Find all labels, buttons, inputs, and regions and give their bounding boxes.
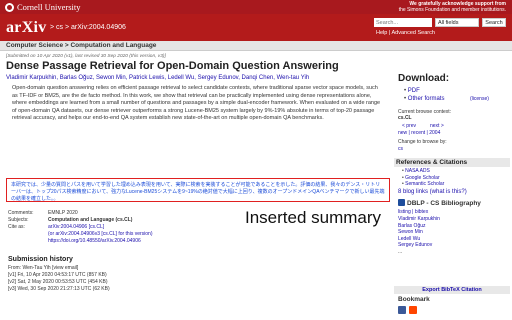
next-link[interactable]: next > <box>430 123 444 130</box>
download-title: Download: <box>398 73 450 84</box>
dblp-title: DBLP - CS Bibliography <box>407 200 481 207</box>
meta-key <box>8 238 48 245</box>
summary-text: 本研究では、少量の質問とパスを用いて学習した埋め込み表現を用いて、実際に検索を実… <box>11 182 385 202</box>
bibsonomy-icon[interactable] <box>398 306 406 314</box>
acknowledgement: We gratefully acknowledge support from t… <box>399 1 506 13</box>
dblp-icon <box>398 199 405 206</box>
export-bibtex-link[interactable]: Export BibTeX Citation <box>394 286 510 294</box>
meta-key: Cite as: <box>8 224 25 230</box>
search-field-select[interactable]: All fields <box>435 18 479 27</box>
meta-row-cite: Cite as: arXiv:2004.04906 [cs.CL] <box>8 224 153 231</box>
inserted-summary-box: 本研究では、少量の質問とパスを用いて学習した埋め込み表現を用いて、実際に検索を実… <box>6 178 390 202</box>
paper-title: Dense Passage Retrieval for Open-Domain … <box>6 60 339 72</box>
metadata-table: Comments: EMNLP 2020 Subjects: Computati… <box>8 210 153 245</box>
download-pdf-link[interactable]: PDF <box>404 87 444 95</box>
bookmark-icons <box>398 306 417 314</box>
blog-links[interactable]: 8 blog links (what is this?) <box>398 189 467 196</box>
dblp-author-link[interactable]: Vladimir Karpukhin <box>398 216 440 223</box>
submission-history-title: Submission history <box>8 256 73 263</box>
cite-link[interactable]: arXiv:2004.04906 [cs.CL] <box>48 224 104 231</box>
download-other-formats-link[interactable]: Other formats <box>404 95 445 103</box>
meta-key: Subjects: <box>8 217 29 223</box>
meta-key: Comments: <box>8 210 34 216</box>
cornell-seal-icon <box>5 2 14 12</box>
history-version[interactable]: [v2] Sat, 2 May 2020 00:53:53 UTC (454 K… <box>8 279 110 286</box>
license-link[interactable]: (license) <box>470 96 489 103</box>
meta-row-comments: Comments: EMNLP 2020 <box>8 210 153 217</box>
submission-dates: [Submitted on 10 Apr 2020 (v1), last rev… <box>6 54 166 59</box>
inserted-summary-label: Inserted summary <box>245 208 382 227</box>
download-list: PDF Other formats <box>404 87 445 103</box>
dblp-links[interactable]: listing | bibtex <box>398 209 428 216</box>
meta-row-subjects: Subjects: Computation and Language (cs.C… <box>8 217 153 224</box>
cornell-logo[interactable]: Cornell University <box>5 2 81 12</box>
change-browse-cs-link[interactable]: cs <box>398 146 403 153</box>
search-input[interactable] <box>374 18 432 27</box>
new-recent-links[interactable]: new | recent | 2004 <box>398 130 440 137</box>
history-from[interactable]: From: Wen-Tau Yih [view email] <box>8 265 110 272</box>
arxiv-logo[interactable]: arXiv <box>6 19 47 37</box>
history-version[interactable]: [v1] Fri, 10 Apr 2020 04:53:17 UTC (857 … <box>8 272 110 279</box>
search-help-links[interactable]: Help | Advanced Search <box>376 30 435 36</box>
version-cite-link[interactable]: (or arXiv:2004.04906v3 [cs.CL] for this … <box>48 231 153 238</box>
meta-row-version: (or arXiv:2004.04906v3 [cs.CL] for this … <box>8 231 153 238</box>
meta-value: Computation and Language (cs.CL) <box>48 217 133 223</box>
meta-value: EMNLP 2020 <box>48 210 78 216</box>
author-list[interactable]: Vladimir Karpukhin, Barlas Oğuz, Sewon M… <box>6 75 386 81</box>
cornell-name: Cornell University <box>17 2 81 12</box>
cornell-header: Cornell University We gratefully acknowl… <box>0 0 512 14</box>
history-version[interactable]: [v3] Wed, 30 Sep 2020 21:27:13 UTC (62 K… <box>8 286 110 293</box>
subject-bar: Computer Science > Computation and Langu… <box>0 41 512 51</box>
semantic-scholar-link[interactable]: Semantic Scholar <box>402 181 444 188</box>
prev-link[interactable]: < prev <box>402 123 416 130</box>
dblp-more: ... <box>398 248 403 255</box>
search-button[interactable]: Search <box>482 18 506 27</box>
submission-history: From: Wen-Tau Yih [view email] [v1] Fri,… <box>8 265 110 293</box>
dblp-authors: Vladimir Karpukhin Barlas Oğuz Sewon Min… <box>398 216 440 255</box>
references-heading: References & Citations <box>394 158 510 167</box>
reddit-icon[interactable] <box>409 306 417 314</box>
browse-context-value: cs.CL <box>398 115 412 121</box>
breadcrumb[interactable]: > cs > arXiv:2004.04906 <box>50 24 126 31</box>
meta-key <box>8 231 48 238</box>
meta-row-doi: https://doi.org/10.48550/arXiv.2004.0490… <box>8 238 153 245</box>
arxiv-header: arXiv > cs > arXiv:2004.04906 All fields… <box>0 14 512 41</box>
abstract: Open-domain question answering relies on… <box>12 85 381 122</box>
references-list: NASA ADS Google Scholar Semantic Scholar <box>402 168 444 188</box>
doi-link[interactable]: https://doi.org/10.48550/arXiv.2004.0490… <box>48 238 141 245</box>
bookmark-title: Bookmark <box>398 296 430 303</box>
ack-line-2: the Simons Foundation and member institu… <box>398 7 506 13</box>
dblp-heading: DBLP - CS Bibliography <box>398 199 481 208</box>
change-browse-label: Change to browse by: <box>398 139 447 145</box>
